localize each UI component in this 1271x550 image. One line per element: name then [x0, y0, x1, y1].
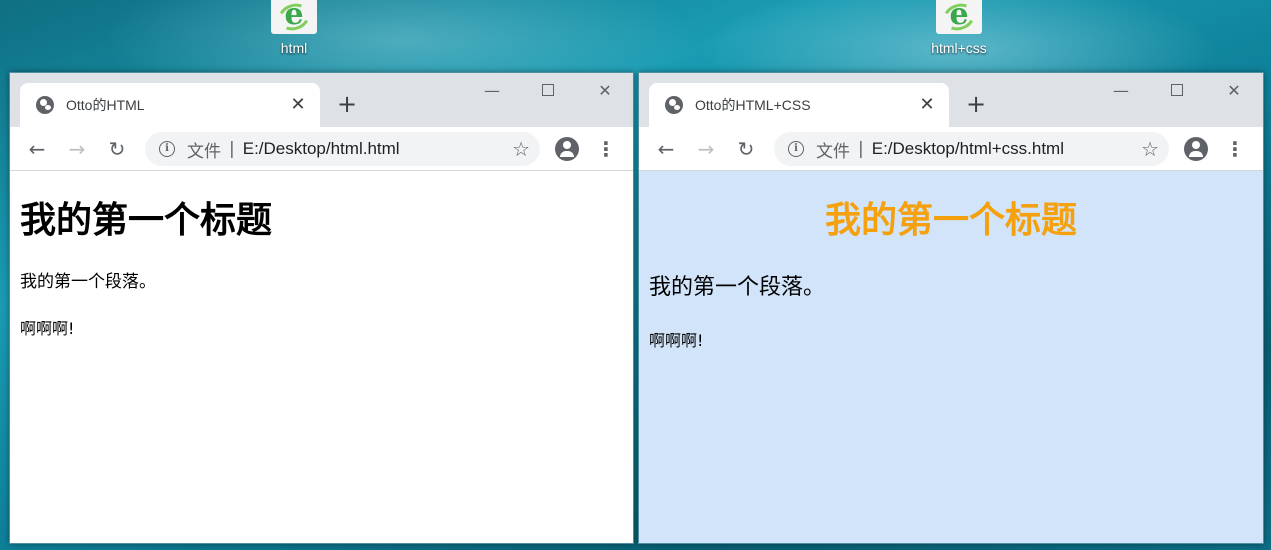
forward-arrow-icon[interactable]: →	[691, 134, 721, 164]
tab-close-icon[interactable]: ✕	[917, 96, 937, 114]
page-heading: 我的第一个标题	[824, 200, 1077, 241]
browser-tab[interactable]: Otto的HTML ✕	[20, 83, 320, 127]
address-scheme: 文件	[816, 141, 850, 162]
new-tab-button[interactable]: +	[961, 89, 991, 119]
page-content: 我的第一个标题 我的第一个段落。 啊啊啊!	[639, 171, 1263, 543]
back-arrow-icon[interactable]: ←	[22, 134, 52, 164]
tab-title: Otto的HTML+CSS	[695, 97, 811, 113]
title-bar: Otto的HTML+CSS ✕ + — ✕	[639, 73, 1263, 127]
page-paragraph: 我的第一个段落。	[20, 272, 156, 292]
tab-title: Otto的HTML	[66, 97, 145, 113]
address-url[interactable]: E:/Desktop/html.html	[243, 139, 512, 159]
address-bar[interactable]: i 文件 | E:/Desktop/html.html ☆	[145, 132, 540, 166]
browser-window-html: Otto的HTML ✕ + — ✕ ← → ↻ i 文件 | E:/Deskto…	[9, 72, 634, 544]
desktop-icon-html-css[interactable]: e html+css	[919, 0, 999, 56]
desktop-icon-label: html+css	[931, 40, 987, 56]
page-content: 我的第一个标题 我的第一个段落。 啊啊啊!	[10, 171, 633, 543]
new-tab-button[interactable]: +	[332, 89, 362, 119]
address-separator: |	[858, 139, 864, 159]
kebab-menu-icon[interactable]: ⋮	[1225, 137, 1245, 161]
tab-close-icon[interactable]: ✕	[288, 96, 308, 114]
desktop-icon-html[interactable]: e html	[254, 0, 334, 56]
address-bar[interactable]: i 文件 | E:/Desktop/html+css.html ☆	[774, 132, 1169, 166]
back-arrow-icon[interactable]: ←	[651, 134, 681, 164]
address-scheme: 文件	[187, 141, 221, 162]
browser-file-icon: e	[936, 0, 982, 35]
forward-arrow-icon[interactable]: →	[62, 134, 92, 164]
reload-icon[interactable]: ↻	[731, 134, 761, 164]
maximize-icon[interactable]	[1157, 81, 1197, 101]
close-icon[interactable]: ✕	[585, 81, 625, 101]
account-icon[interactable]	[1184, 137, 1208, 161]
globe-icon	[665, 96, 683, 114]
bookmark-star-icon[interactable]: ☆	[512, 137, 530, 161]
bookmark-star-icon[interactable]: ☆	[1141, 137, 1159, 161]
browser-toolbar: ← → ↻ i 文件 | E:/Desktop/html.html ☆ ⋮	[10, 127, 633, 171]
address-separator: |	[229, 139, 235, 159]
maximize-icon[interactable]	[528, 81, 568, 101]
page-paragraph: 我的第一个段落。	[649, 275, 826, 300]
browser-toolbar: ← → ↻ i 文件 | E:/Desktop/html+css.html ☆ …	[639, 127, 1263, 171]
close-icon[interactable]: ✕	[1214, 81, 1254, 101]
info-icon[interactable]: i	[159, 141, 175, 157]
page-heading: 我的第一个标题	[20, 200, 273, 241]
browser-window-html-css: Otto的HTML+CSS ✕ + — ✕ ← → ↻ i 文件 | E:/De…	[638, 72, 1264, 544]
browser-file-icon: e	[271, 0, 317, 35]
page-paragraph: 啊啊啊!	[20, 319, 75, 338]
info-icon[interactable]: i	[788, 141, 804, 157]
globe-icon	[36, 96, 54, 114]
reload-icon[interactable]: ↻	[102, 134, 132, 164]
kebab-menu-icon[interactable]: ⋮	[596, 137, 616, 161]
address-url[interactable]: E:/Desktop/html+css.html	[872, 139, 1141, 159]
minimize-icon[interactable]: —	[472, 81, 512, 101]
desktop-icon-label: html	[280, 40, 308, 56]
title-bar: Otto的HTML ✕ + — ✕	[10, 73, 633, 127]
page-paragraph: 啊啊啊!	[649, 331, 704, 350]
minimize-icon[interactable]: —	[1101, 81, 1141, 101]
browser-tab[interactable]: Otto的HTML+CSS ✕	[649, 83, 949, 127]
account-icon[interactable]	[555, 137, 579, 161]
